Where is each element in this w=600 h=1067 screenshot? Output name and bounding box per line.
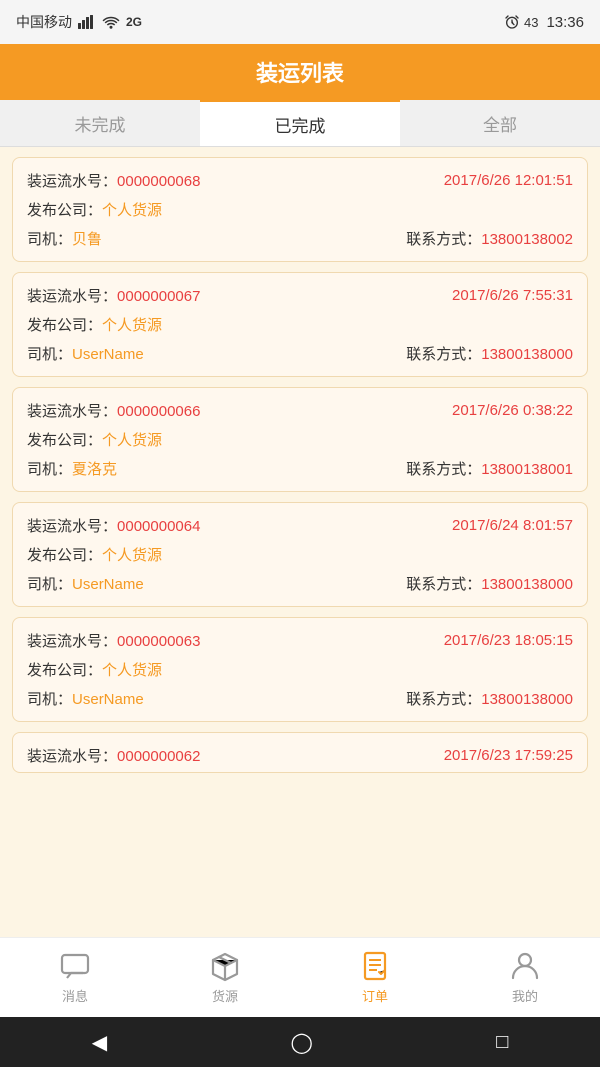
card-row-company: 发布公司：个人货源 (27, 659, 573, 680)
system-nav-bar: ◀ ◯ □ (0, 1017, 600, 1067)
home-button[interactable]: ◯ (290, 1030, 312, 1055)
card-row-driver: 司机：UserName 联系方式：13800138000 (27, 688, 573, 709)
card-row-driver: 司机：贝鲁 联系方式：13800138002 (27, 228, 573, 249)
box-icon (209, 950, 241, 982)
current-time: 13:36 (546, 14, 584, 31)
network-type: 2G (126, 15, 142, 29)
card-row-serial: 装运流水号：0000000062 2017/6/23 17:59:25 (27, 745, 573, 766)
shipment-card-1[interactable]: 装运流水号：0000000068 2017/6/26 12:01:51 发布公司… (12, 157, 588, 262)
person-icon (509, 950, 541, 982)
time-battery: 43 13:36 (504, 14, 584, 31)
card-row-company: 发布公司：个人货源 (27, 544, 573, 565)
tab-bar: 未完成 已完成 全部 (0, 100, 600, 147)
shipment-card-2[interactable]: 装运流水号：0000000067 2017/6/26 7:55:31 发布公司：… (12, 272, 588, 377)
tab-completed[interactable]: 已完成 (200, 100, 400, 146)
card-row-company: 发布公司：个人货源 (27, 429, 573, 450)
bottom-nav: 消息 货源 订单 我的 (0, 937, 600, 1017)
tab-all[interactable]: 全部 (400, 100, 600, 146)
carrier-info: 中国移动 2G (16, 12, 142, 32)
nav-order-label: 订单 (362, 986, 388, 1005)
shipment-card-4[interactable]: 装运流水号：0000000064 2017/6/24 8:01:57 发布公司：… (12, 502, 588, 607)
battery-indicator: 43 (524, 15, 538, 30)
recents-button[interactable]: □ (496, 1031, 508, 1054)
nav-mine-label: 我的 (512, 986, 538, 1005)
tab-incomplete[interactable]: 未完成 (0, 100, 200, 146)
card-row-serial: 装运流水号：0000000064 2017/6/24 8:01:57 (27, 515, 573, 536)
card-row-serial: 装运流水号：0000000063 2017/6/23 18:05:15 (27, 630, 573, 651)
shipment-card-6[interactable]: 装运流水号：0000000062 2017/6/23 17:59:25 (12, 732, 588, 773)
wifi-icon (102, 15, 120, 29)
chat-icon (59, 950, 91, 982)
signal-icon (78, 15, 96, 29)
page-title: 装运列表 (256, 56, 344, 88)
shipment-card-5[interactable]: 装运流水号：0000000063 2017/6/23 18:05:15 发布公司… (12, 617, 588, 722)
card-row-serial: 装运流水号：0000000066 2017/6/26 0:38:22 (27, 400, 573, 421)
shipment-card-3[interactable]: 装运流水号：0000000066 2017/6/26 0:38:22 发布公司：… (12, 387, 588, 492)
shipment-list: 装运流水号：0000000068 2017/6/26 12:01:51 发布公司… (0, 147, 600, 937)
status-bar: 中国移动 2G 43 13:36 (0, 0, 600, 44)
card-row-driver: 司机：UserName 联系方式：13800138000 (27, 573, 573, 594)
doc-icon (359, 950, 391, 982)
alarm-icon (504, 14, 520, 30)
card-row-driver: 司机：UserName 联系方式：13800138000 (27, 343, 573, 364)
nav-message-label: 消息 (62, 986, 88, 1005)
nav-mine[interactable]: 我的 (450, 938, 600, 1017)
card-row-company: 发布公司：个人货源 (27, 199, 573, 220)
carrier-label: 中国移动 (16, 12, 72, 32)
card-row-serial: 装运流水号：0000000068 2017/6/26 12:01:51 (27, 170, 573, 191)
card-row-serial: 装运流水号：0000000067 2017/6/26 7:55:31 (27, 285, 573, 306)
card-row-company: 发布公司：个人货源 (27, 314, 573, 335)
nav-message[interactable]: 消息 (0, 938, 150, 1017)
back-button[interactable]: ◀ (92, 1030, 107, 1055)
nav-cargo-label: 货源 (212, 986, 238, 1005)
nav-order[interactable]: 订单 (300, 938, 450, 1017)
nav-cargo[interactable]: 货源 (150, 938, 300, 1017)
card-row-driver: 司机：夏洛克 联系方式：13800138001 (27, 458, 573, 479)
page-header: 装运列表 (0, 44, 600, 100)
